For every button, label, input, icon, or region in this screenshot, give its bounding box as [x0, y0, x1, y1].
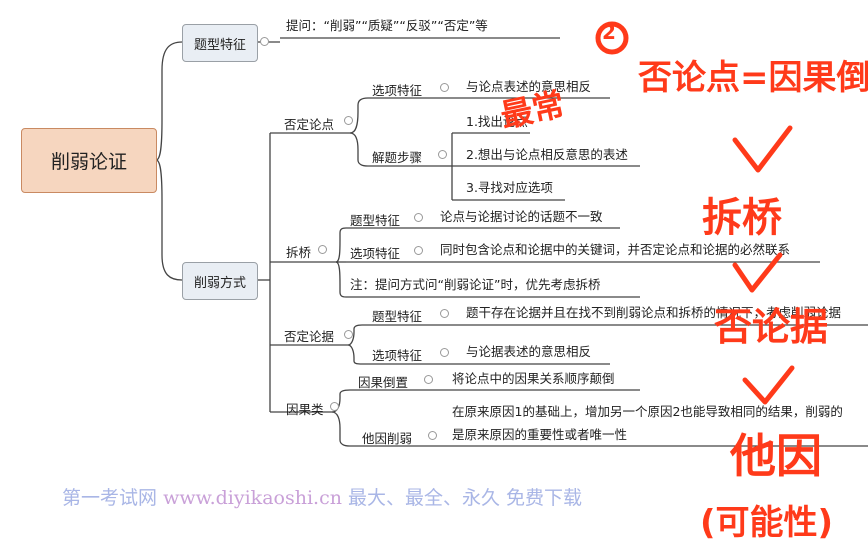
mind-map-canvas: 削弱论证 题型特征 提问：“削弱”“质疑”“反驳”“否定”等 削弱方式 否定论点…	[0, 0, 868, 554]
annotation-negate-evidence: 否论据	[714, 305, 829, 349]
annotation-note-top: 否论点=因果倒	[638, 58, 868, 98]
checkmark-icon	[742, 365, 795, 405]
annotation-circle-number: 2	[602, 20, 616, 44]
annotation-bridge: 拆桥	[702, 195, 782, 241]
checkmark-icon	[732, 125, 793, 173]
checkmark-icon	[732, 252, 783, 293]
annotation-other-cause: 他因	[730, 429, 822, 483]
annotation-possibility: (可能性)	[700, 503, 834, 543]
